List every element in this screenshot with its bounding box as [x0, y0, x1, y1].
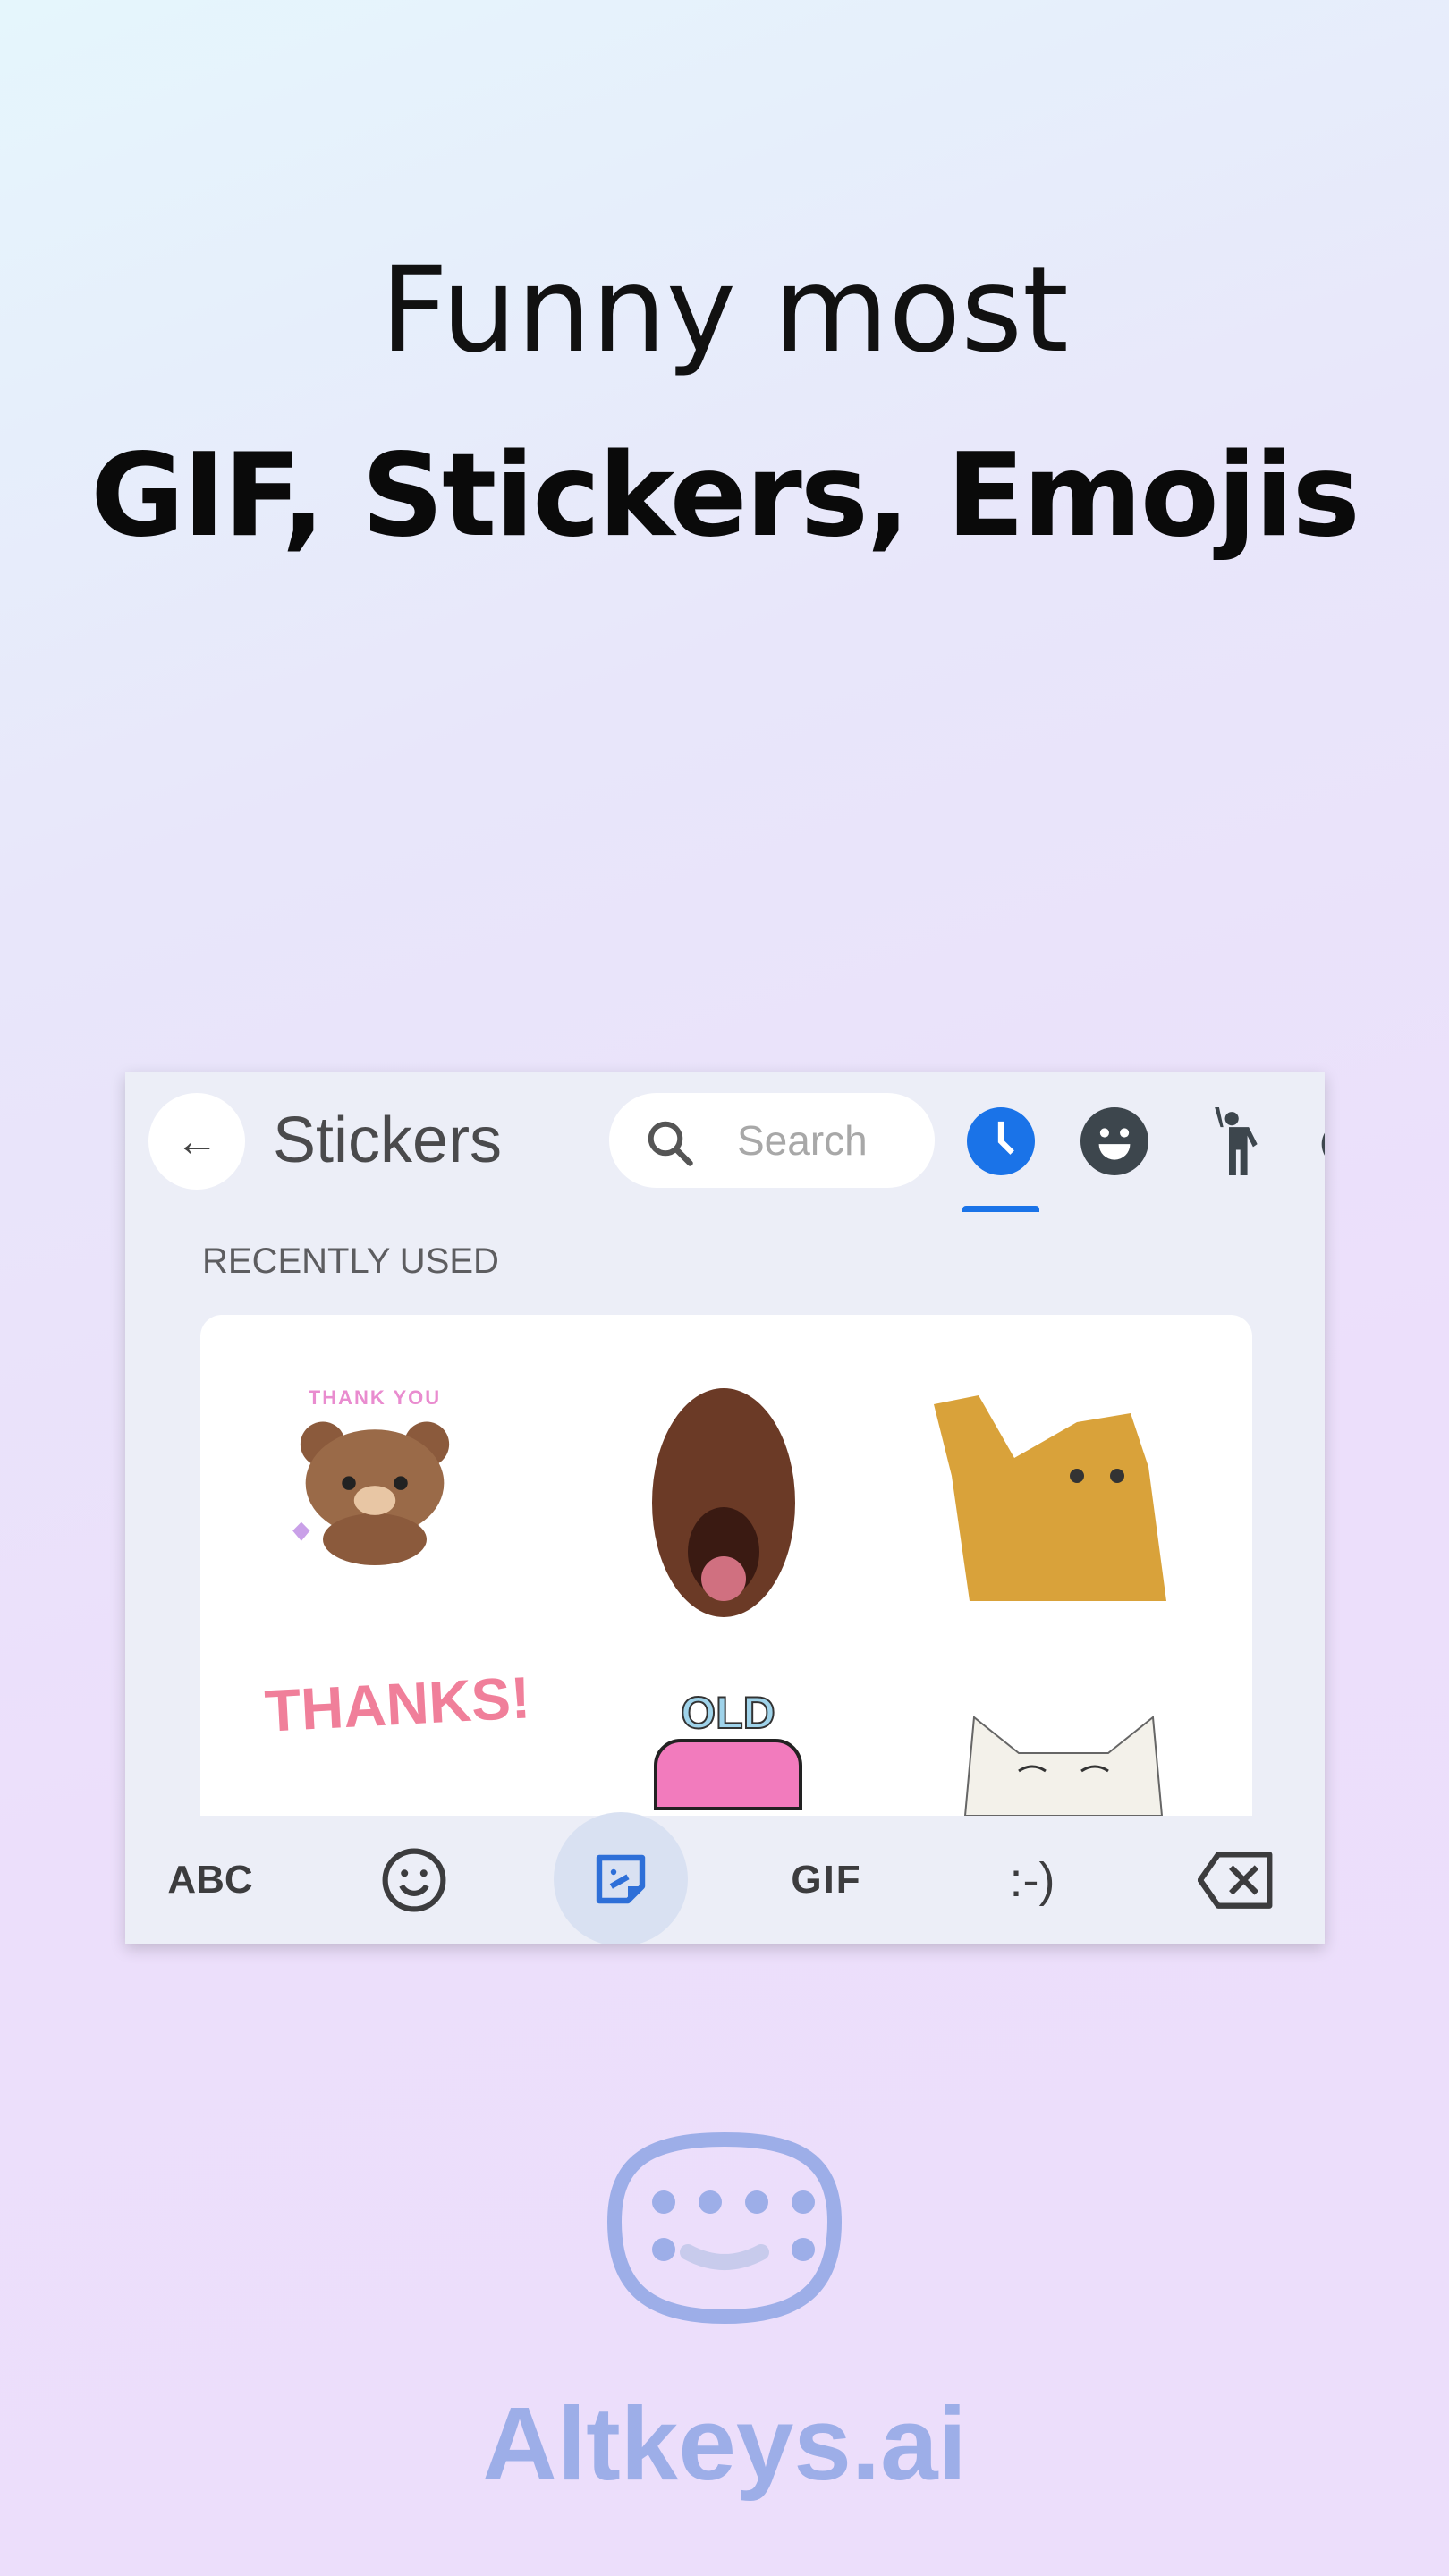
- section-label: RECENTLY USED: [202, 1241, 499, 1281]
- headline-line1: Funny most: [380, 242, 1069, 379]
- white-cat-image: [963, 1716, 1164, 1816]
- search-placeholder: Search: [737, 1117, 868, 1164]
- search-input[interactable]: Search: [609, 1093, 935, 1188]
- headline-line2: GIF, Stickers, Emojis: [90, 429, 1360, 563]
- keyboard-title: Stickers: [273, 1105, 503, 1176]
- sticker-text: THANKS!: [262, 1664, 532, 1744]
- backspace-icon: [1198, 1851, 1273, 1909]
- sticker-white-cat-smiling[interactable]: [956, 1690, 1171, 1816]
- brand-name: Altkeys.ai: [482, 2385, 967, 2502]
- sticker-orangutan-face[interactable]: [648, 1386, 800, 1619]
- sticker-button[interactable]: [554, 1812, 688, 1944]
- arrow-left-icon: ←: [175, 1117, 218, 1165]
- backspace-button[interactable]: [1187, 1816, 1285, 1944]
- orangutan-image: [652, 1388, 795, 1617]
- sticker-text: THANK YOU: [308, 1386, 442, 1409]
- sticker-icon: [596, 1854, 646, 1904]
- sticker-kitten-waving[interactable]: [916, 1386, 1193, 1606]
- gif-button[interactable]: GIF: [773, 1816, 880, 1944]
- cake-image: [654, 1739, 802, 1810]
- smiley-face-icon[interactable]: [1080, 1107, 1148, 1175]
- sticker-old-birthday-cake[interactable]: OLD: [652, 1682, 804, 1816]
- sticker-bear-thank-you[interactable]: THANK YOU: [263, 1386, 487, 1565]
- search-icon: [648, 1121, 693, 1166]
- sticker-text: OLD: [680, 1687, 776, 1739]
- clock-icon[interactable]: [967, 1107, 1035, 1175]
- person-waving-icon[interactable]: [1195, 1107, 1263, 1175]
- emoji-button[interactable]: [360, 1816, 468, 1944]
- abc-button[interactable]: ABC: [152, 1816, 268, 1944]
- bear-image: [292, 1421, 450, 1565]
- sticker-grid: THANK YOU THANKS! OLD: [200, 1315, 1252, 1816]
- sticker-thanks-text[interactable]: THANKS!: [254, 1664, 540, 1744]
- active-tab-indicator: [962, 1206, 1039, 1212]
- keyboard-bottom-bar: ABC GIF :-): [125, 1812, 1325, 1944]
- partial-category-icon[interactable]: [1310, 1107, 1325, 1175]
- smiley-icon: [382, 1848, 446, 1911]
- altkeys-logo-icon: [607, 2132, 842, 2324]
- emoticon-button[interactable]: :-): [979, 1816, 1086, 1944]
- kitten-image: [934, 1395, 1166, 1601]
- back-button[interactable]: ←: [148, 1093, 245, 1190]
- sticker-keyboard: ← Stickers Search RECENTLY USED THANK YO…: [125, 1072, 1325, 1944]
